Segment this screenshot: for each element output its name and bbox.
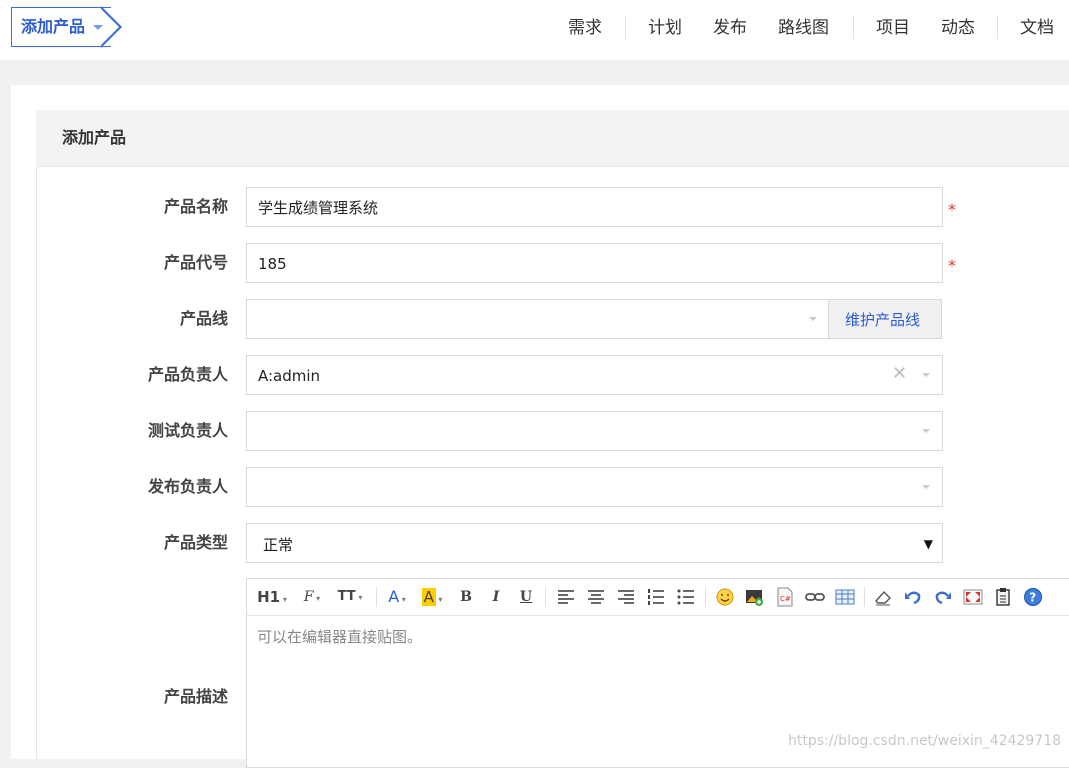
product-code-input[interactable]: 185: [246, 243, 943, 283]
nav-item-dynamic[interactable]: 动态: [941, 16, 975, 40]
product-type-value: 正常: [263, 536, 294, 554]
nav-item-roadmap[interactable]: 路线图: [778, 16, 829, 40]
svg-text:C#: C#: [780, 595, 791, 603]
chevron-down-icon: [809, 317, 817, 321]
product-name-value: 学生成绩管理系统: [258, 199, 379, 217]
italic-button[interactable]: I: [487, 587, 505, 607]
panel-header: [36, 110, 1069, 167]
align-center-icon[interactable]: [587, 587, 605, 607]
product-type-select[interactable]: 正常 ▼: [246, 523, 943, 563]
toolbar-divider: [705, 587, 706, 607]
nav-item-project[interactable]: 项目: [876, 16, 910, 40]
font-family-button[interactable]: F ▾: [299, 587, 325, 607]
font-color-button[interactable]: A ▾: [385, 587, 409, 607]
nav-divider: [997, 15, 998, 39]
product-line-select[interactable]: [246, 299, 829, 339]
product-owner-value: A:admin: [258, 367, 321, 385]
undo-icon[interactable]: [903, 587, 923, 607]
chevron-down-icon: [922, 429, 930, 433]
underline-button[interactable]: U: [517, 587, 535, 607]
ordered-list-icon[interactable]: [647, 587, 665, 607]
name-label: 产品名称: [163, 197, 228, 216]
eraser-icon[interactable]: [873, 587, 893, 607]
rd-label: 发布负责人: [147, 477, 228, 496]
toolbar-divider: [545, 587, 546, 607]
nav-item-plan[interactable]: 计划: [648, 16, 682, 40]
po-label: 产品负责人: [147, 365, 228, 384]
chevron-down-icon[interactable]: [93, 25, 103, 30]
test-owner-select[interactable]: [246, 411, 943, 451]
form-border: [36, 167, 37, 759]
type-label: 产品类型: [163, 533, 228, 552]
paste-icon[interactable]: [993, 587, 1013, 607]
align-right-icon[interactable]: [617, 587, 635, 607]
toolbar-divider: [864, 587, 865, 607]
emoji-icon[interactable]: [715, 587, 735, 607]
fullscreen-icon[interactable]: [963, 587, 983, 607]
line-label: 产品线: [179, 309, 228, 328]
font-size-button[interactable]: TT ▾: [335, 587, 365, 607]
watermark: https://blog.csdn.net/weixin_42429718: [788, 733, 1062, 749]
maintain-line-label: 维护产品线: [845, 311, 921, 329]
nav-item-story[interactable]: 需求: [568, 16, 602, 40]
required-mark: *: [948, 256, 956, 275]
editor-toolbar: H1 ▾ F ▾ TT ▾ A ▾ A ▾ B I U C# ?: [247, 579, 1069, 616]
code-icon[interactable]: C#: [775, 587, 795, 607]
chevron-down-icon: [922, 373, 930, 377]
product-owner-select[interactable]: A:admin ✕: [246, 355, 943, 395]
code-label: 产品代号: [163, 253, 228, 272]
svg-text:?: ?: [1029, 591, 1036, 605]
redo-icon[interactable]: [933, 587, 953, 607]
bold-button[interactable]: B: [457, 587, 475, 607]
align-left-icon[interactable]: [557, 587, 575, 607]
heading-button[interactable]: H1 ▾: [257, 587, 287, 607]
page-title: 添加产品: [62, 128, 127, 147]
toolbar-divider: [376, 587, 377, 607]
breadcrumb-label[interactable]: 添加产品: [21, 17, 85, 37]
highlight-button[interactable]: A ▾: [419, 587, 445, 607]
caret-down-icon: ▼: [923, 537, 933, 551]
editor-placeholder: 可以在编辑器直接贴图。: [257, 628, 423, 646]
desc-label: 产品描述: [163, 687, 228, 706]
help-icon[interactable]: ?: [1023, 587, 1043, 607]
bullet-list-icon[interactable]: [677, 587, 695, 607]
link-icon[interactable]: [805, 587, 825, 607]
product-code-value: 185: [258, 255, 287, 273]
table-icon[interactable]: [835, 587, 855, 607]
release-owner-select[interactable]: [246, 467, 943, 507]
top-header: 添加产品 需求 计划 发布 路线图 项目 动态 文档: [0, 0, 1069, 60]
chevron-down-icon: [922, 485, 930, 489]
required-mark: *: [948, 200, 956, 219]
maintain-line-button[interactable]: 维护产品线: [828, 299, 942, 339]
nav-item-doc[interactable]: 文档: [1020, 16, 1054, 40]
nav-divider: [853, 15, 854, 39]
clear-icon[interactable]: ✕: [892, 364, 907, 384]
qd-label: 测试负责人: [147, 421, 228, 440]
image-icon[interactable]: [745, 587, 765, 607]
nav-item-release[interactable]: 发布: [713, 16, 747, 40]
product-name-input[interactable]: 学生成绩管理系统: [246, 187, 943, 227]
nav-divider: [625, 15, 626, 39]
